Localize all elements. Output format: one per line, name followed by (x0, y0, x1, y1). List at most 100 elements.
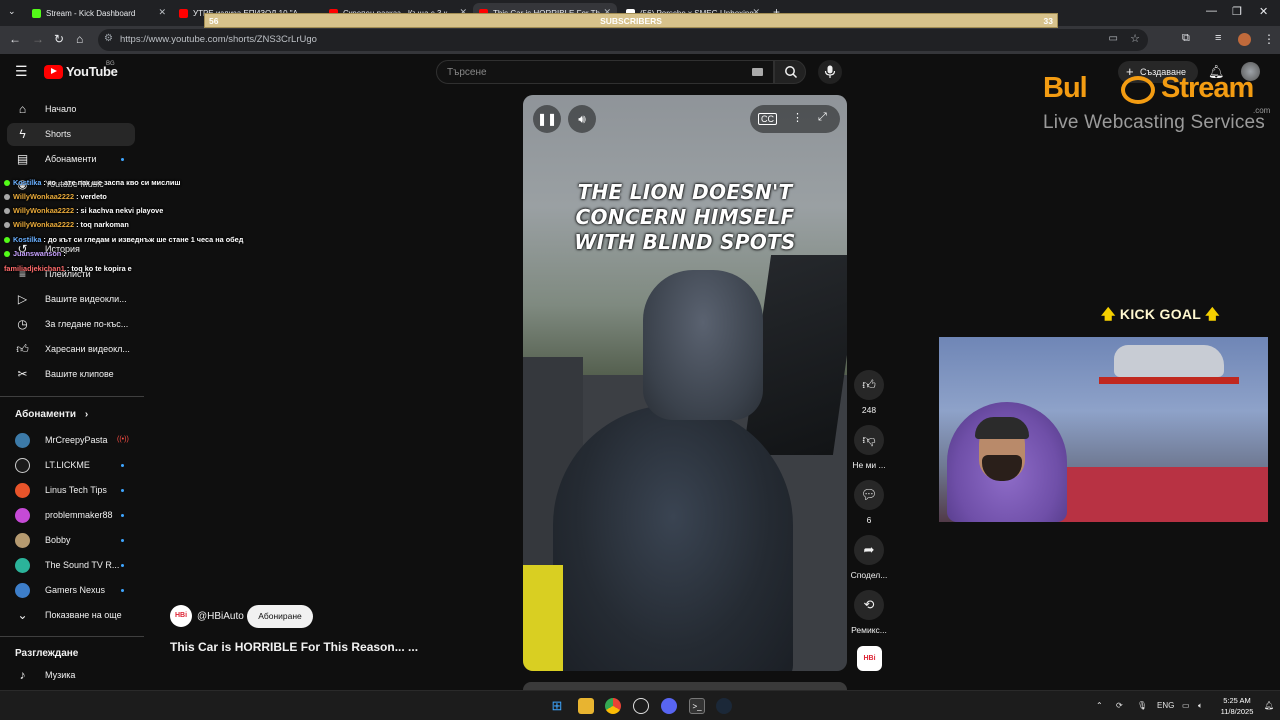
channel-avatar (15, 433, 30, 448)
dislike-button[interactable]: 👎︎ (854, 425, 884, 455)
sidebar-item-liked[interactable]: 👍︎ Харесани видеокл... (7, 338, 135, 361)
video-caption-line: CONCERN HIMSELF (575, 205, 795, 229)
webcam-lift (1099, 377, 1239, 384)
close-tab-icon[interactable]: ✕ (158, 7, 166, 18)
video-frame-detail (523, 565, 563, 671)
discord-icon[interactable] (661, 698, 677, 714)
channel-handle[interactable]: @HBiAuto (197, 611, 244, 622)
sync-icon[interactable]: ⟳ (1116, 701, 1123, 710)
app-icon[interactable] (633, 698, 649, 714)
windows-start-icon[interactable]: ⊞ (549, 698, 565, 714)
sidebar-channel-gamersnexus[interactable]: Gamers Nexus (7, 579, 135, 602)
sidebar-divider (0, 636, 144, 637)
microphone-tray-icon[interactable]: 🎙︎ (1137, 701, 1147, 710)
volume-button[interactable]: 🔊︎ (568, 105, 596, 133)
subscriptions-heading[interactable]: Абонаменти › (15, 409, 88, 420)
chevron-right-icon: › (84, 409, 89, 420)
terminal-icon[interactable]: >_ (689, 698, 705, 714)
video-caption-line: THE LION DOESN'T (577, 180, 793, 204)
media-controls-icon[interactable]: ≡ (1215, 32, 1221, 44)
sidebar-channel-bobby[interactable]: Bobby (7, 529, 135, 552)
subscribe-button[interactable]: Абониране (247, 605, 313, 628)
sidebar-item-subscriptions[interactable]: ▤ Абонаменти (7, 148, 135, 171)
network-icon[interactable]: ▭ (1182, 701, 1190, 710)
short-title[interactable]: This Car is HORRIBLE For This Reason... … (170, 640, 418, 654)
sidebar-channel-mrcreepypasta[interactable]: MrCreepyPasta ((•)) (7, 429, 135, 452)
sidebar-item-watch-later[interactable]: ◷ За гледане по-къс... (7, 313, 135, 336)
url-text: https://www.youtube.com/shorts/ZNS3CrLrU… (120, 34, 317, 45)
subscribers-goal-bar: 56 SUBSCRIBERS 33 (204, 13, 1058, 28)
kick-goal-label: 🡅 KICK GOAL 🡅 (1101, 306, 1220, 322)
reload-icon[interactable]: ↻ (54, 32, 64, 46)
captions-icon[interactable]: CC (758, 113, 777, 125)
system-clock[interactable]: 5:25 AM 11/8/2025 (1212, 695, 1262, 717)
search-button[interactable] (774, 60, 806, 84)
sidebar-channel-soundtv[interactable]: The Sound TV R... (7, 554, 135, 577)
shorts-icon: ϟ (19, 127, 26, 141)
show-more-button[interactable]: ⌄ Показване на още (7, 604, 135, 627)
keyboard-icon[interactable] (752, 68, 763, 76)
back-icon[interactable]: ← (9, 32, 21, 46)
youtube-logo[interactable]: YouTube BG (44, 61, 118, 79)
thumbs-up-icon: 👍︎ (16, 342, 29, 356)
browser-tab[interactable]: Stream - Kick Dashboard ✕ (26, 3, 172, 23)
windows-taskbar: ⊞ >_ ⌃ ⟳ 🎙︎ ENG ▭ 🔈︎ 5:25 AM 11/8/2025 🔔… (0, 690, 1280, 720)
tab-search-icon[interactable]: ⌄ (8, 6, 16, 17)
shorts-video-player[interactable]: THE LION DOESN'T CONCERN HIMSELF WITH BL… (523, 95, 847, 671)
home-browser-icon[interactable]: ⌂ (76, 32, 83, 46)
chat-badge-icon (4, 193, 10, 200)
minimize-icon[interactable]: — (1206, 5, 1217, 17)
webcam-car (1114, 345, 1224, 377)
more-options-icon[interactable]: ⋮ (792, 111, 803, 124)
forward-icon[interactable]: → (32, 32, 44, 46)
dislike-label: Не ми ... (852, 460, 886, 470)
like-button[interactable]: 👍︎ (854, 370, 884, 400)
chat-message: WillyWonkaa2222 : toq narkoman (4, 220, 129, 229)
sidebar-item-music-explore[interactable]: ♪ Музика (7, 664, 135, 687)
search-input[interactable]: Търсене (436, 60, 774, 84)
site-info-icon[interactable]: ⚙ (104, 33, 113, 44)
hamburger-menu-icon[interactable]: ☰ (15, 63, 28, 80)
explore-heading: Разглеждане (15, 648, 79, 659)
address-bar[interactable]: ⚙ https://www.youtube.com/shorts/ZNS3CrL… (98, 29, 1148, 51)
notifications-icon[interactable]: 🔔︎ (1264, 701, 1274, 710)
maximize-icon[interactable]: ❐ (1232, 5, 1242, 18)
channel-avatar[interactable]: HBi (170, 605, 192, 627)
bookmark-star-icon[interactable]: ☆ (1130, 32, 1140, 45)
steam-icon[interactable] (716, 698, 732, 714)
chrome-icon[interactable] (605, 698, 621, 714)
clock-icon: ◷ (17, 317, 28, 331)
chevron-down-icon: ⌄ (17, 608, 28, 622)
share-button[interactable]: ➦ (854, 535, 884, 565)
fullscreen-icon[interactable]: ⤢ (818, 111, 827, 124)
sound-source-avatar[interactable]: HBi (857, 646, 882, 671)
search-icon (785, 66, 798, 79)
sidebar-channel-linus[interactable]: Linus Tech Tips (7, 479, 135, 502)
pause-button[interactable]: ❚❚ (533, 105, 561, 133)
chat-badge-icon (4, 250, 10, 257)
kick-icon (32, 8, 41, 18)
sidebar-item-shorts[interactable]: ϟ Shorts (7, 123, 135, 146)
youtube-icon (179, 8, 188, 18)
comments-button[interactable]: 💬︎ (854, 480, 884, 510)
new-content-dot (121, 464, 124, 467)
webcam-feed (939, 337, 1268, 522)
voice-search-button[interactable] (818, 60, 842, 84)
language-indicator[interactable]: ENG (1157, 701, 1174, 710)
browser-menu-icon[interactable]: ⋮ (1263, 32, 1275, 46)
close-window-icon[interactable]: ✕ (1259, 5, 1268, 18)
profile-avatar[interactable] (1238, 33, 1251, 46)
sidebar-channel-ltlickme[interactable]: LT.LICKME (7, 454, 135, 477)
sidebar-channel-problemmaker[interactable]: problemmaker88 (7, 504, 135, 527)
cast-icon[interactable]: ▭ (1109, 33, 1118, 44)
sidebar-item-your-clips[interactable]: ✂ Вашите клипове (7, 363, 135, 386)
remix-button[interactable]: ⟲ (854, 590, 884, 620)
show-hidden-icons-icon[interactable]: ⌃ (1096, 701, 1103, 710)
speaker-icon[interactable]: 🔈︎ (1198, 701, 1203, 711)
arrow-up-icon: 🡅 (1205, 306, 1220, 322)
sidebar-item-home[interactable]: ⌂ Начало (7, 98, 135, 121)
extensions-icon[interactable]: ⧉ (1182, 32, 1190, 45)
file-explorer-icon[interactable] (578, 698, 594, 714)
sidebar-item-your-videos[interactable]: ▷ Вашите видеокли... (7, 288, 135, 311)
sidebar-divider (0, 396, 144, 397)
